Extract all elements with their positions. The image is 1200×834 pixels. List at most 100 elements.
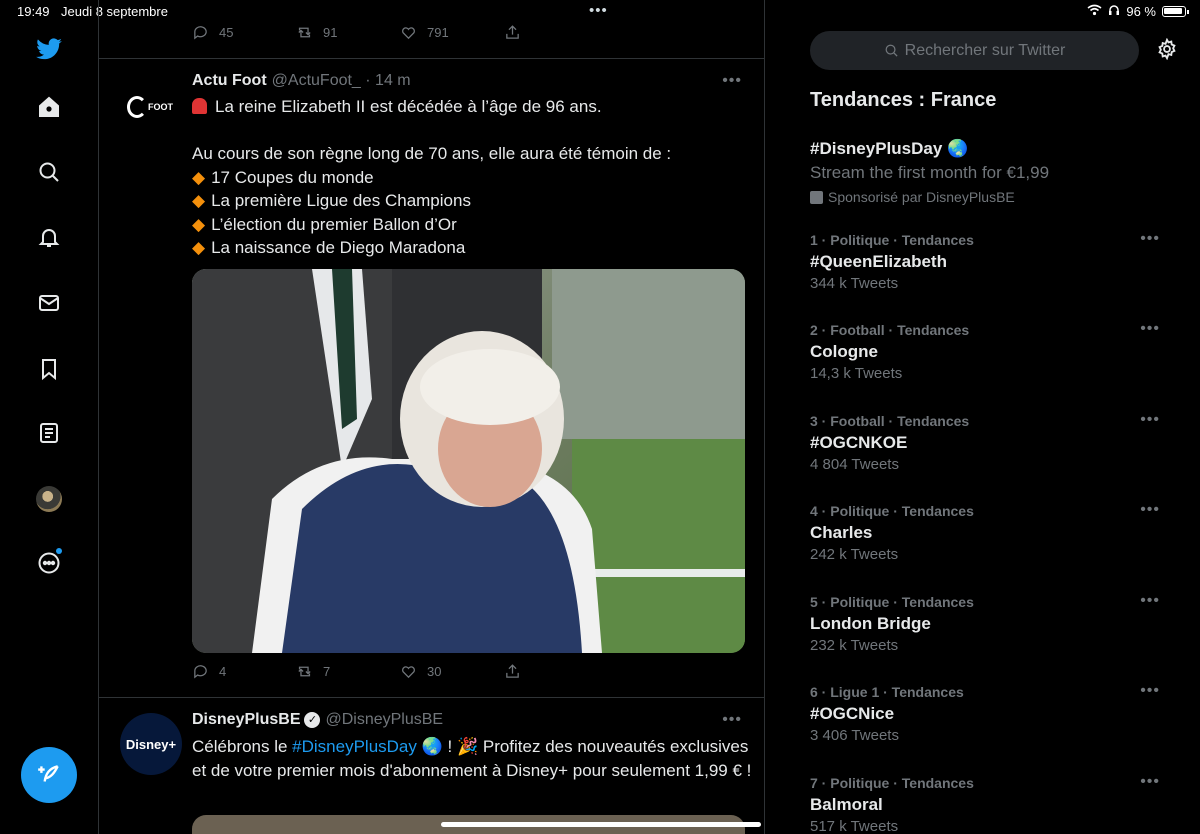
trend-meta: 7 · Politique · Tendances (810, 775, 974, 791)
trend-meta: 3 · Football · Tendances (810, 413, 970, 429)
trend-meta: 4 · Politique · Tendances (810, 503, 974, 519)
trend-item[interactable]: 5 · Politique · Tendances London Bridge … (810, 592, 1160, 654)
search-icon[interactable] (34, 157, 64, 187)
compose-tweet-button[interactable] (21, 747, 77, 803)
author-name[interactable]: DisneyPlusBE (192, 711, 300, 729)
trend-count: 517 k Tweets (810, 818, 899, 834)
trend-meta: 2 · Football · Tendances (810, 322, 970, 338)
trend-name: #OGCNKOE (810, 433, 908, 452)
trend-meta: 5 · Politique · Tendances (810, 594, 974, 610)
trend-name: London Bridge (810, 614, 931, 633)
prev-tweet-actions: 45 91 791 (192, 24, 608, 41)
trend-item[interactable]: 4 · Politique · Tendances Charles 242 k … (810, 501, 1160, 563)
heart-icon (402, 27, 415, 40)
promoted-by: Sponsorisé par DisneyPlusBE (810, 189, 1015, 205)
retweet-button[interactable]: 91 (296, 24, 400, 41)
trend-more-icon[interactable]: ••• (1140, 230, 1160, 248)
trend-item[interactable]: 7 · Politique · Tendances Balmoral 517 k… (810, 773, 1160, 834)
promoted-trend-desc[interactable]: Stream the first month for €1,99 (810, 163, 1049, 183)
trend-more-icon[interactable]: ••• (1140, 501, 1160, 519)
trend-more-icon[interactable]: ••• (1140, 411, 1160, 429)
compose-tweet-icon (38, 765, 59, 782)
author-handle[interactable]: @ActuFoot_ · 14 m (272, 72, 411, 90)
tweet-line: La reine Elizabeth II est décédée à l’âg… (192, 95, 752, 119)
disney-avatar[interactable]: Disney+ (120, 713, 182, 775)
mail-icon[interactable] (34, 288, 64, 318)
notification-dot (56, 548, 62, 554)
home-icon[interactable] (34, 92, 64, 122)
profile-avatar[interactable] (34, 484, 64, 514)
retweet-button[interactable]: 7 (296, 663, 400, 680)
search-input[interactable]: Rechercher sur Twitter (810, 31, 1139, 70)
reply-count: 4 (219, 664, 227, 679)
tweet-more-icon[interactable]: ••• (722, 72, 742, 90)
author-name[interactable]: Actu Foot (192, 72, 267, 90)
tweet-bullet: ◆ 17 Coupes du monde (192, 167, 374, 187)
actu-foot-logo: FOOT (127, 92, 173, 120)
left-navigation (0, 0, 98, 834)
share-icon (506, 25, 519, 39)
like-count: 791 (427, 25, 449, 40)
trends-title: Tendances : France (810, 89, 997, 111)
reply-button[interactable]: 45 (192, 24, 296, 41)
tweet-bullet: ◆ La naissance de Diego Maradona (192, 238, 466, 257)
trend-item[interactable]: 2 · Football · Tendances Cologne 14,3 k … (810, 320, 1160, 382)
sidebar-right: Rechercher sur Twitter Tendances : Franc… (766, 0, 1200, 834)
reply-icon (194, 665, 207, 679)
orange-diamond-icon: ◆ (192, 191, 206, 210)
tweet-more-icon[interactable]: ••• (722, 711, 742, 729)
lists-icon[interactable] (34, 418, 64, 448)
trend-name: Cologne (810, 342, 878, 361)
twitter-logo-icon[interactable] (34, 34, 64, 64)
trend-item[interactable]: 1 · Politique · Tendances #QueenElizabet… (810, 230, 1160, 292)
share-button[interactable] (504, 24, 608, 41)
more-circle-icon[interactable] (34, 548, 64, 578)
hashtag-link[interactable]: #DisneyPlusDay (292, 737, 417, 756)
trend-count: 344 k Tweets (810, 275, 899, 292)
heart-icon (402, 666, 415, 679)
trend-item[interactable]: 6 · Ligue 1 · Tendances #OGCNice 3 406 T… (810, 682, 1160, 744)
reply-icon (194, 26, 207, 40)
timeline: 45 91 791 FOOT Actu Foot @ActuFoot_ · 14… (98, 0, 765, 834)
trend-name: #OGCNice (810, 704, 895, 723)
tweet-bullet: ◆ La première Ligue des Champions (192, 191, 471, 210)
retweet-count: 7 (323, 664, 331, 679)
actu-foot-avatar[interactable]: FOOT (121, 82, 179, 130)
search-icon (885, 44, 898, 57)
trend-item[interactable]: 3 · Football · Tendances #OGCNKOE 4 804 … (810, 411, 1160, 473)
trend-more-icon[interactable]: ••• (1140, 682, 1160, 700)
tweet-bullet: ◆ L’élection du premier Ballon d’Or (192, 214, 457, 234)
trend-name: Balmoral (810, 795, 883, 814)
tweet-text: La reine Elizabeth II est décédée à l’âg… (192, 95, 752, 260)
trend-meta: 1 · Politique · Tendances (810, 232, 974, 248)
divider (99, 697, 765, 698)
globe-icon: 🌏 (416, 737, 443, 756)
tweet-photo[interactable] (192, 269, 745, 653)
promoted-trend-name[interactable]: #DisneyPlusDay 🌏 (810, 139, 968, 159)
like-count: 30 (427, 664, 442, 679)
settings-button[interactable] (1156, 37, 1180, 62)
siren-icon (192, 98, 207, 114)
author-handle[interactable]: @DisneyPlusBE (325, 711, 443, 729)
like-button[interactable]: 791 (400, 24, 504, 41)
bookmark-icon[interactable] (34, 354, 64, 384)
orange-diamond-icon: ◆ (192, 214, 206, 234)
trend-name: Charles (810, 523, 873, 542)
tweet-header: DisneyPlusBE ✓ @DisneyPlusBE (192, 711, 443, 729)
share-button[interactable] (504, 663, 608, 680)
orange-diamond-icon: ◆ (192, 238, 206, 257)
like-button[interactable]: 30 (400, 663, 504, 680)
tweet-text: Célébrons le #DisneyPlusDay 🌏 ! 🎉 Profit… (192, 737, 752, 780)
trend-more-icon[interactable]: ••• (1140, 320, 1160, 338)
trend-more-icon[interactable]: ••• (1140, 592, 1160, 610)
tweet-line: Au cours de son règne long de 70 ans, el… (192, 144, 672, 163)
reply-button[interactable]: 4 (192, 663, 296, 680)
retweet-icon (298, 27, 311, 38)
gear-icon (1158, 37, 1176, 61)
search-placeholder: Rechercher sur Twitter (904, 41, 1066, 59)
tweet-actions: 4 7 30 (192, 663, 608, 680)
trend-more-icon[interactable]: ••• (1140, 773, 1160, 791)
bell-icon[interactable] (34, 222, 64, 252)
home-indicator[interactable] (441, 822, 761, 827)
orange-diamond-icon: ◆ (192, 167, 206, 187)
